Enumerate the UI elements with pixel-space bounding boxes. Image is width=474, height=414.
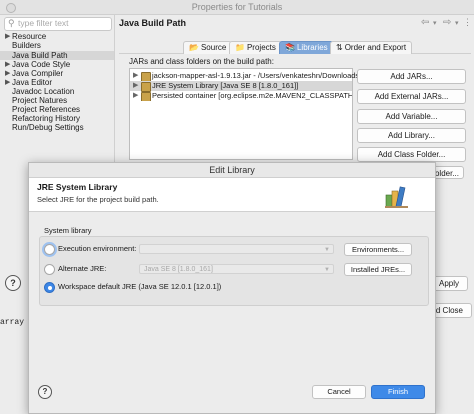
help-icon[interactable]: ?: [5, 275, 21, 291]
back-arrow-icon[interactable]: ⇦: [421, 17, 429, 28]
tab-source[interactable]: 📂 Source: [183, 41, 233, 54]
library-icon: [141, 92, 151, 101]
build-path-tree[interactable]: ▶ jackson-mapper-asl-1.9.13.jar - /Users/…: [129, 68, 359, 160]
help-icon[interactable]: ?: [38, 385, 52, 399]
sidebar-item-project-natures[interactable]: Project Natures: [0, 96, 114, 105]
add-variable-button[interactable]: Add Variable...: [357, 109, 466, 124]
source-folder-icon: 📂: [189, 43, 199, 52]
tab-libraries[interactable]: 📚 Libraries: [279, 41, 334, 54]
view-menu-icon[interactable]: ⋮: [463, 17, 472, 28]
cancel-button[interactable]: Cancel: [312, 385, 366, 399]
sidebar-item-javadoc-location[interactable]: Javadoc Location: [0, 87, 114, 96]
tree-item-jre-system-library[interactable]: ▶ JRE System Library [Java SE 8 [1.8.0_16…: [130, 81, 352, 92]
sidebar-item-refactoring-history[interactable]: Refactoring History: [0, 114, 114, 123]
library-icon: 📚: [285, 43, 295, 52]
build-path-label: JARs and class folders on the build path…: [129, 57, 274, 66]
alternate-jre-radio[interactable]: [44, 264, 55, 275]
window-title: Properties for Tutorials: [191, 2, 283, 12]
dialog-heading: JRE System Library: [37, 182, 118, 192]
chevron-down-icon: ▼: [324, 247, 330, 253]
chevron-right-icon[interactable]: ▶: [133, 81, 138, 91]
sidebar-item-java-build-path[interactable]: Java Build Path: [0, 51, 114, 60]
tab-order-and-export[interactable]: ⇅ Order and Export: [330, 41, 413, 54]
filter-placeholder: type filter text: [18, 18, 69, 28]
order-icon: ⇅: [336, 43, 343, 52]
add-library-button[interactable]: Add Library...: [357, 128, 466, 143]
sidebar-item-java-compiler[interactable]: ▶ Java Compiler: [0, 69, 114, 78]
sidebar-item-run-debug-settings[interactable]: Run/Debug Settings: [0, 123, 114, 132]
forward-menu-chevron-icon[interactable]: ▾: [455, 19, 459, 27]
tree-item-persisted-container[interactable]: ▶ Persisted container [org.eclipse.m2e.MA…: [130, 91, 352, 101]
page-title: Java Build Path: [119, 18, 187, 28]
sidebar-item-java-code-style[interactable]: ▶ Java Code Style: [0, 60, 114, 69]
execution-environment-radio[interactable]: [44, 244, 55, 255]
tab-projects[interactable]: 📁 Projects: [229, 41, 282, 54]
sidebar-item-resource[interactable]: ▶ Resource: [0, 32, 114, 41]
books-icon: [385, 186, 408, 208]
chevron-right-icon[interactable]: ▶: [133, 71, 138, 81]
chevron-right-icon[interactable]: ▶: [5, 69, 10, 78]
chevron-right-icon[interactable]: ▶: [5, 78, 10, 87]
environments-button[interactable]: Environments...: [344, 243, 412, 256]
project-icon: 📁: [235, 43, 245, 52]
add-external-jars-button[interactable]: Add External JARs...: [357, 89, 466, 104]
tree-item-jackson-jar[interactable]: ▶ jackson-mapper-asl-1.9.13.jar - /Users/…: [130, 71, 359, 82]
sidebar-item-java-editor[interactable]: ▶ Java Editor: [0, 78, 114, 87]
alternate-jre-combo: Java SE 8 [1.8.0_161] ▼: [139, 264, 334, 274]
workspace-default-jre-label: Workspace default JRE (Java SE 12.0.1 [1…: [58, 282, 222, 291]
sidebar-item-project-references[interactable]: Project References: [0, 105, 114, 114]
add-class-folder-button[interactable]: Add Class Folder...: [357, 147, 466, 162]
execution-environment-label: Execution environment:: [58, 244, 137, 253]
chevron-right-icon[interactable]: ▶: [5, 60, 10, 69]
dialog-description: Select JRE for the project build path.: [37, 195, 159, 204]
installed-jres-button[interactable]: Installed JREs...: [344, 263, 412, 276]
chevron-right-icon[interactable]: ▶: [5, 32, 10, 41]
execution-environment-combo: ▼: [139, 244, 334, 254]
alternate-jre-label: Alternate JRE:: [58, 264, 107, 273]
chevron-right-icon[interactable]: ▶: [133, 91, 138, 101]
background-text-fragment: array: [0, 318, 25, 327]
system-library-label: System library: [44, 226, 92, 235]
add-jars-button[interactable]: Add JARs...: [357, 69, 466, 84]
forward-arrow-icon[interactable]: ⇨: [443, 17, 451, 28]
finish-button[interactable]: Finish: [371, 385, 425, 399]
back-menu-chevron-icon[interactable]: ▾: [433, 19, 437, 27]
workspace-default-jre-radio[interactable]: [44, 282, 55, 293]
chevron-down-icon: ▼: [324, 267, 330, 273]
edit-library-dialog: Edit Library JRE System Library Select J…: [28, 162, 436, 414]
sidebar-item-builders[interactable]: Builders: [0, 41, 114, 50]
dialog-title: Edit Library: [209, 165, 255, 175]
search-icon: ⚲: [8, 18, 15, 28]
